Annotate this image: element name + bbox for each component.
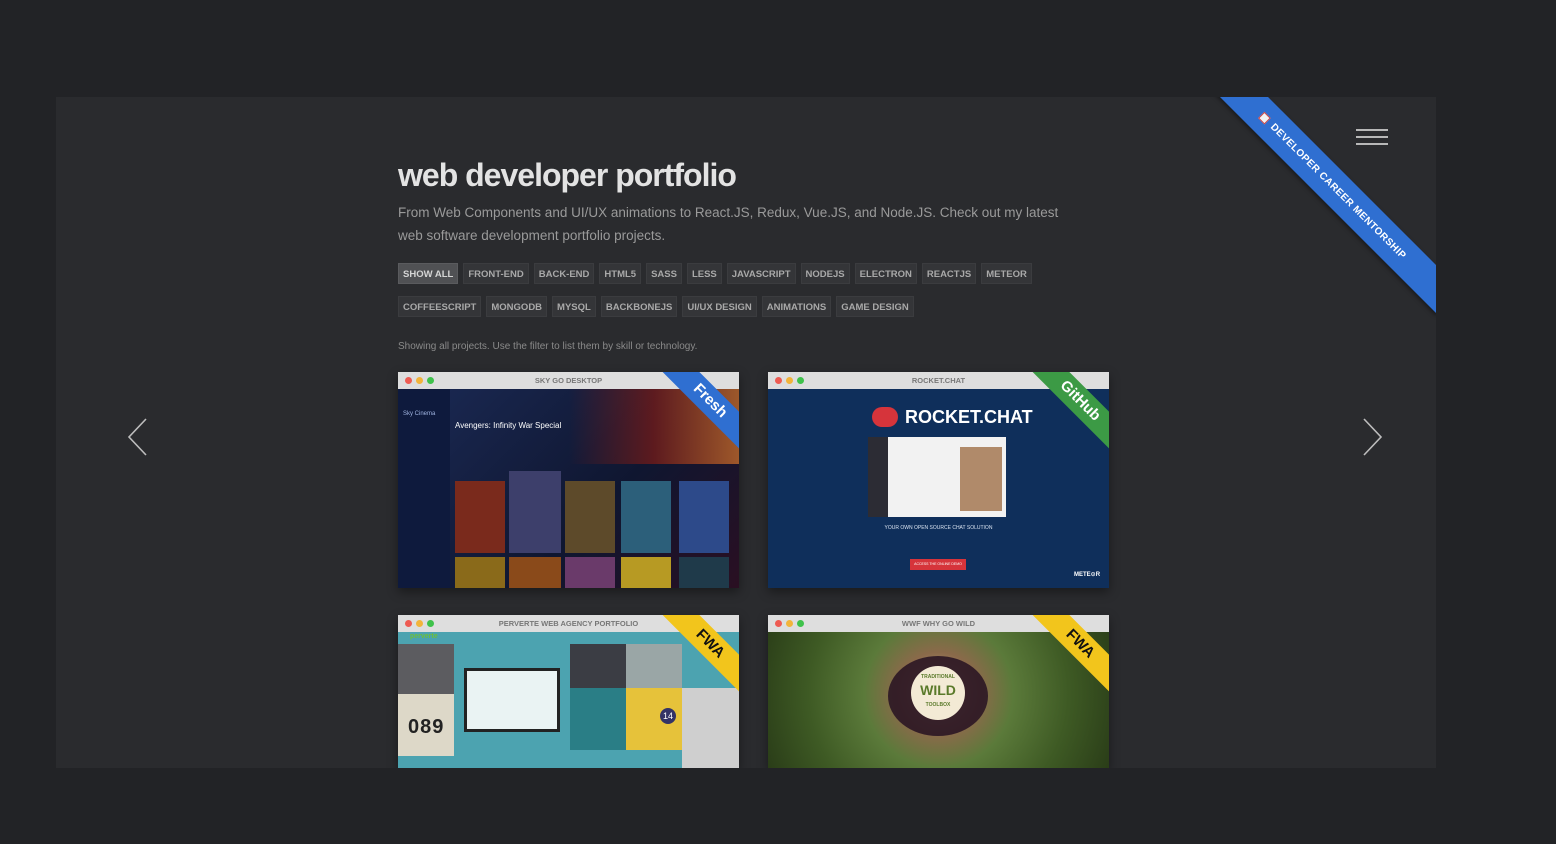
screenshot-badge-main: WILD [920, 682, 956, 698]
flag-icon [1258, 111, 1272, 125]
chevron-left-icon[interactable] [126, 417, 150, 457]
filter-bar: SHOW ALL FRONT-END BACK-END HTML5 SASS L… [398, 263, 1098, 329]
screenshot-footer: METE⊙R [1074, 572, 1101, 578]
filter-animations[interactable]: ANIMATIONS [761, 296, 832, 317]
filter-front-end[interactable]: FRONT-END [463, 263, 529, 284]
screenshot-badge-bottom: TOOLBOX [925, 702, 951, 708]
page-title: web developer portfolio [398, 157, 737, 193]
filter-meteor[interactable]: METEOR [981, 263, 1032, 284]
window-dots [405, 377, 438, 384]
filter-electron[interactable]: ELECTRON [854, 263, 917, 284]
project-title: WWF WHY GO WILD [901, 619, 976, 628]
project-title: SKY GO DESKTOP [534, 376, 603, 385]
filter-sass[interactable]: SASS [646, 263, 682, 284]
filter-status-text: Showing all projects. Use the filter to … [398, 341, 698, 352]
window-dots [775, 620, 808, 627]
project-card-perverte[interactable]: PERVERTE WEB AGENCY PORTFOLIO perverte 0… [398, 615, 739, 768]
project-screenshot: Sky Cinema Avengers: Infinity War Specia… [398, 389, 739, 588]
filter-backbonejs[interactable]: BACKBONEJS [600, 296, 678, 317]
window-dots [405, 620, 438, 627]
screenshot-counter: 089 [408, 716, 445, 738]
project-card-wwf[interactable]: WWF WHY GO WILD TRADITIONAL WILD TOOLBOX… [768, 615, 1109, 768]
project-screenshot: perverte 089 14 [398, 632, 739, 768]
filter-show-all[interactable]: SHOW ALL [398, 263, 459, 284]
filter-mongodb[interactable]: MONGODB [486, 296, 548, 317]
filter-javascript[interactable]: JAVASCRIPT [726, 263, 796, 284]
portfolio-header: web developer portfolio From Web Compone… [398, 155, 1118, 352]
menu-icon[interactable] [1356, 129, 1388, 147]
portfolio-page: DEVELOPER CAREER MENTORSHIP web develope… [56, 97, 1436, 768]
filter-game-design[interactable]: GAME DESIGN [836, 296, 914, 317]
screenshot-heading: Avengers: Infinity War Special [455, 421, 562, 430]
filter-reactjs[interactable]: REACTJS [921, 263, 977, 284]
project-screenshot: ROCKET.CHAT YOUR OWN OPEN SOURCE CHAT SO… [768, 389, 1109, 588]
chevron-right-icon[interactable] [1360, 417, 1384, 457]
filter-html5[interactable]: HTML5 [599, 263, 642, 284]
screenshot-tagline: YOUR OWN OPEN SOURCE CHAT SOLUTION [884, 525, 993, 531]
window-dots [775, 377, 808, 384]
screenshot-sidebar-label: Sky Cinema [403, 411, 436, 417]
screenshot-number: 14 [660, 708, 676, 724]
chat-bubble-icon [872, 407, 898, 427]
screenshot-badge-top: TRADITIONAL [921, 674, 955, 680]
screenshot-logo: perverte [410, 633, 438, 640]
project-card-sky-go[interactable]: SKY GO DESKTOP Sky Cinema Avengers: Infi… [398, 372, 739, 588]
filter-less[interactable]: LESS [686, 263, 722, 284]
filter-ui-ux-design[interactable]: UI/UX DESIGN [682, 296, 757, 317]
filter-nodejs[interactable]: NODEJS [800, 263, 850, 284]
filter-mysql[interactable]: MYSQL [552, 296, 596, 317]
filter-back-end[interactable]: BACK-END [533, 263, 595, 284]
project-card-rocket-chat[interactable]: ROCKET.CHAT ROCKET.CHAT YOUR OWN OPEN SO… [768, 372, 1109, 588]
page-description: From Web Components and UI/UX animations… [398, 205, 1059, 243]
project-title: ROCKET.CHAT [911, 376, 966, 385]
screenshot-demo-button: ACCESS THE ONLINE DEMO [910, 559, 966, 570]
screenshot-heading: ROCKET.CHAT [905, 407, 1033, 427]
filter-coffeescript[interactable]: COFFEESCRIPT [398, 296, 482, 317]
project-screenshot: TRADITIONAL WILD TOOLBOX [768, 632, 1109, 768]
project-title: PERVERTE WEB AGENCY PORTFOLIO [498, 619, 639, 628]
career-mentorship-ribbon[interactable]: DEVELOPER CAREER MENTORSHIP [1204, 97, 1436, 315]
